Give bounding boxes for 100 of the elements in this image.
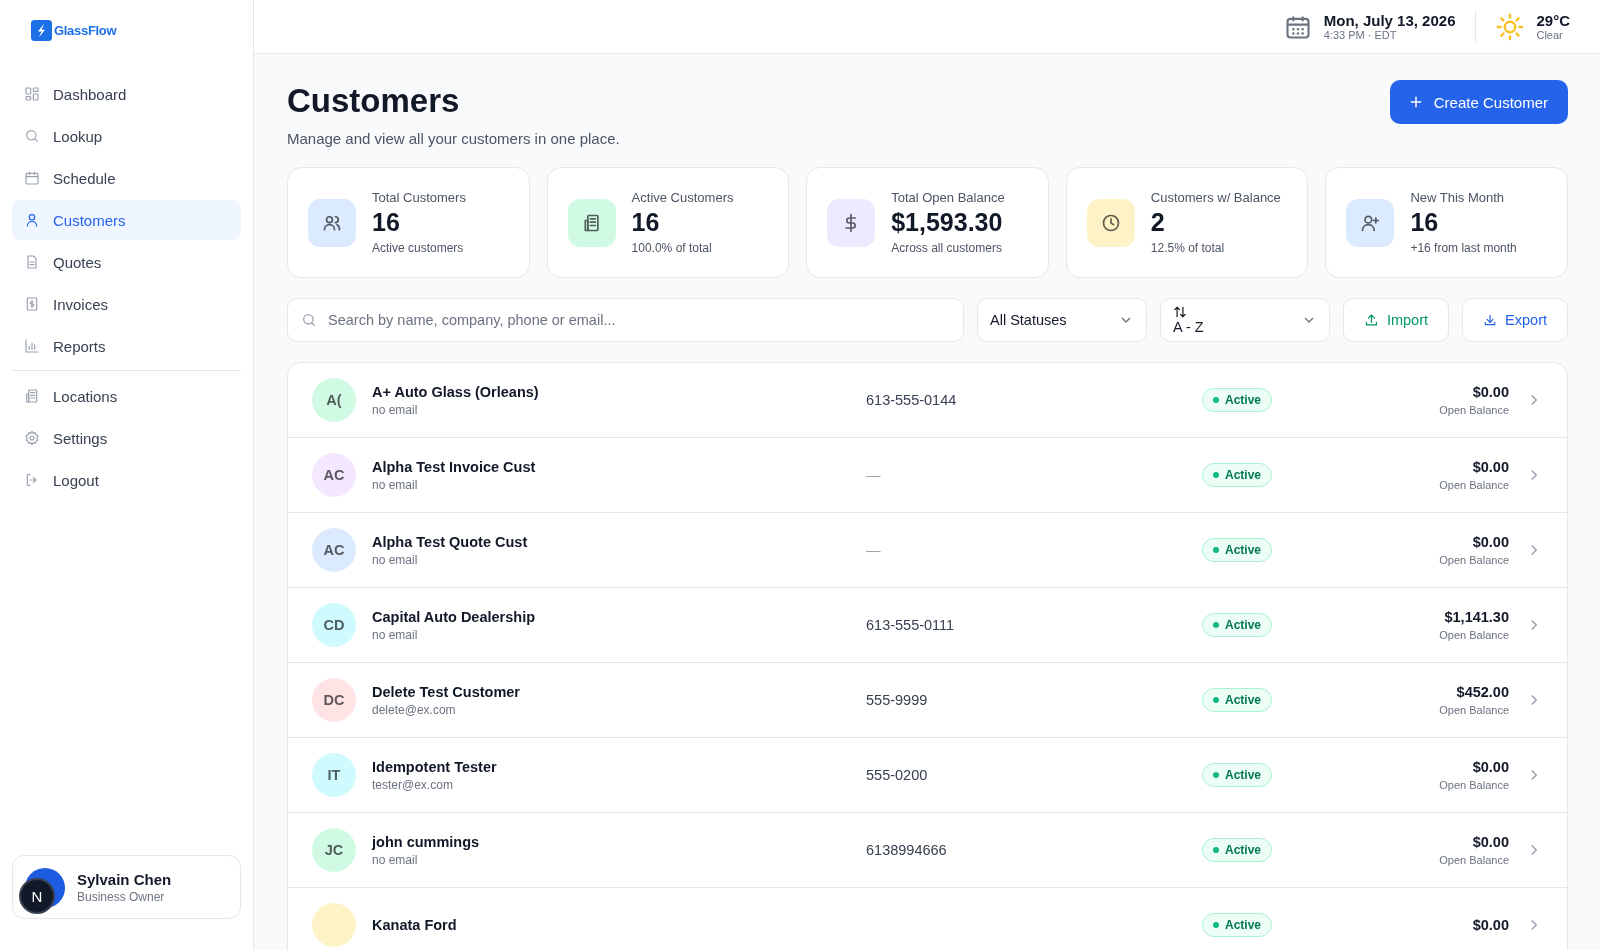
customer-row[interactable]: DC Delete Test Customer delete@ex.com 555-9999 Active $452.00 Open Balance — [288, 663, 1567, 738]
bolt-logo-icon — [31, 20, 52, 41]
chart-icon — [24, 338, 40, 354]
nav-item[interactable]: Customers — [12, 200, 241, 240]
open-balance: $452.00 — [1456, 684, 1509, 700]
weather-condition: Clear — [1536, 29, 1564, 41]
create-customer-button[interactable]: Create Customer — [1389, 80, 1568, 124]
stat-label: Customers w/ Balance — [1150, 190, 1281, 205]
nav-item[interactable]: Quotes — [12, 242, 241, 282]
status-dropdown[interactable]: All Statuses — [977, 298, 1147, 342]
open-balance: $0.00 — [1472, 534, 1509, 550]
nav-item[interactable]: Settings — [12, 418, 241, 458]
settings-icon — [24, 430, 40, 446]
stat-value: 2 — [1150, 208, 1166, 237]
open-balance: $1,141.30 — [1444, 609, 1509, 625]
user-role: Business Owner — [77, 889, 166, 904]
customer-avatar: AC — [312, 453, 356, 497]
calendar-icon — [24, 170, 40, 186]
sort-dropdown[interactable]: A - Z — [1160, 298, 1330, 342]
import-button[interactable]: Import — [1343, 298, 1449, 342]
customer-avatar: AC — [312, 528, 356, 572]
open-balance: $0.00 — [1472, 834, 1509, 850]
customer-phone: 6138994666 — [866, 842, 947, 858]
customer-phone: 613-555-0111 — [866, 617, 955, 633]
open-balance-label: Open Balance — [1439, 554, 1509, 566]
open-balance-label: Open Balance — [1439, 779, 1509, 791]
customer-email: no email — [372, 402, 419, 417]
customer-row[interactable]: CD Capital Auto Dealership no email 613-555-0111 Active $1,141.30 Open Balance — [288, 588, 1567, 663]
stat-label: Active Customers — [631, 190, 734, 205]
customer-row[interactable]: AC Alpha Test Invoice Cust no email — Active $0.00 Open Balance — [288, 438, 1567, 513]
nav-item[interactable]: Logout — [12, 460, 241, 500]
customer-email: no email — [372, 477, 419, 492]
customer-name: Capital Auto Dealership — [372, 608, 537, 625]
nav-item[interactable]: Invoices — [12, 284, 241, 324]
stat-note: +16 from last month — [1410, 241, 1517, 255]
search-field[interactable]: Search by name, company, phone or email... — [287, 298, 964, 342]
customer-name: A+ Auto Glass (Orleans) — [372, 383, 540, 400]
customer-email: no email — [372, 552, 419, 567]
upload-icon — [1364, 312, 1379, 328]
stat-value: $1,593.30 — [891, 208, 1004, 237]
customer-avatar: IT — [312, 753, 356, 797]
open-balance-label: Open Balance — [1439, 704, 1509, 716]
status-badge: Active — [1202, 463, 1273, 487]
customer-name: john cummings — [372, 833, 481, 850]
building-icon — [24, 388, 40, 404]
brand-logo[interactable]: GlassFlow — [31, 20, 117, 41]
open-balance-label: Open Balance — [1439, 479, 1509, 491]
open-balance-label: Open Balance — [1439, 854, 1509, 866]
customer-row[interactable]: Kanata Ford Active $0.00 — [288, 888, 1567, 950]
customer-email: tester@ex.com — [372, 777, 454, 792]
page-subtitle: Manage and view all your customers in one place. — [287, 130, 620, 147]
open-balance: $0.00 — [1472, 759, 1509, 775]
customer-row[interactable]: A( A+ Auto Glass (Orleans) no email 613-555-0144 Active $0.00 Open Balance — [288, 363, 1567, 438]
nav-item[interactable]: Locations — [12, 376, 241, 416]
customer-email: no email — [372, 852, 419, 867]
open-balance: $0.00 — [1472, 917, 1509, 933]
stat-label: Total Customers — [372, 190, 466, 205]
stat-note: Across all customers — [891, 241, 1003, 255]
status-badge: Active — [1202, 388, 1273, 412]
status-badge: Active — [1202, 688, 1273, 712]
open-balance: $0.00 — [1472, 459, 1509, 475]
customer-email: delete@ex.com — [372, 702, 457, 717]
customer-name: Kanata Ford — [372, 917, 458, 933]
dev-badge[interactable]: N — [19, 878, 55, 914]
status-badge: Active — [1202, 913, 1273, 937]
customer-name: Alpha Test Quote Cust — [372, 533, 529, 550]
customer-row[interactable]: AC Alpha Test Quote Cust no email — Active $0.00 Open Balance — [288, 513, 1567, 588]
current-time: 4:33 PM · EDT — [1323, 29, 1398, 41]
user-card[interactable]: N Sylvain Chen Business Owner — [12, 855, 241, 919]
nav-item[interactable]: Schedule — [12, 158, 241, 198]
search-icon — [24, 128, 40, 144]
export-button[interactable]: Export — [1462, 298, 1568, 342]
clock-icon — [1100, 212, 1121, 233]
grid-icon — [24, 86, 40, 102]
open-balance-label: Open Balance — [1439, 629, 1509, 641]
sort-icon — [1173, 305, 1187, 319]
customer-row[interactable]: IT Idempotent Tester tester@ex.com 555-0200 Active $0.00 Open Balance — [288, 738, 1567, 813]
status-badge: Active — [1202, 763, 1273, 787]
customer-row[interactable]: JC john cummings no email 6138994666 Active $0.00 Open Balance — [288, 813, 1567, 888]
customer-phone: — — [866, 542, 881, 558]
status-badge: Active — [1202, 538, 1273, 562]
stat-note: 100.0% of total — [631, 241, 713, 255]
search-icon — [301, 312, 317, 328]
customer-phone: — — [866, 467, 881, 483]
status-badge: Active — [1202, 838, 1273, 862]
open-balance-label: Open Balance — [1439, 404, 1509, 416]
stat-label: New This Month — [1410, 190, 1506, 205]
nav-item[interactable]: Lookup — [12, 116, 241, 156]
customer-name: Delete Test Customer — [372, 683, 521, 700]
open-balance: $0.00 — [1472, 384, 1509, 400]
stat-note: 12.5% of total — [1150, 241, 1226, 255]
nav-item[interactable]: Dashboard — [12, 74, 241, 114]
current-date: Mon, July 13, 2026 — [1323, 12, 1456, 29]
nav-item[interactable]: Reports — [12, 326, 241, 366]
customer-avatar: A( — [312, 378, 356, 422]
customer-phone: 555-9999 — [866, 692, 928, 708]
stat-note: Active customers — [372, 241, 465, 255]
stat-label: Total Open Balance — [891, 190, 1005, 205]
customer-avatar: JC — [312, 828, 356, 872]
user-name: Sylvain Chen — [77, 870, 172, 888]
